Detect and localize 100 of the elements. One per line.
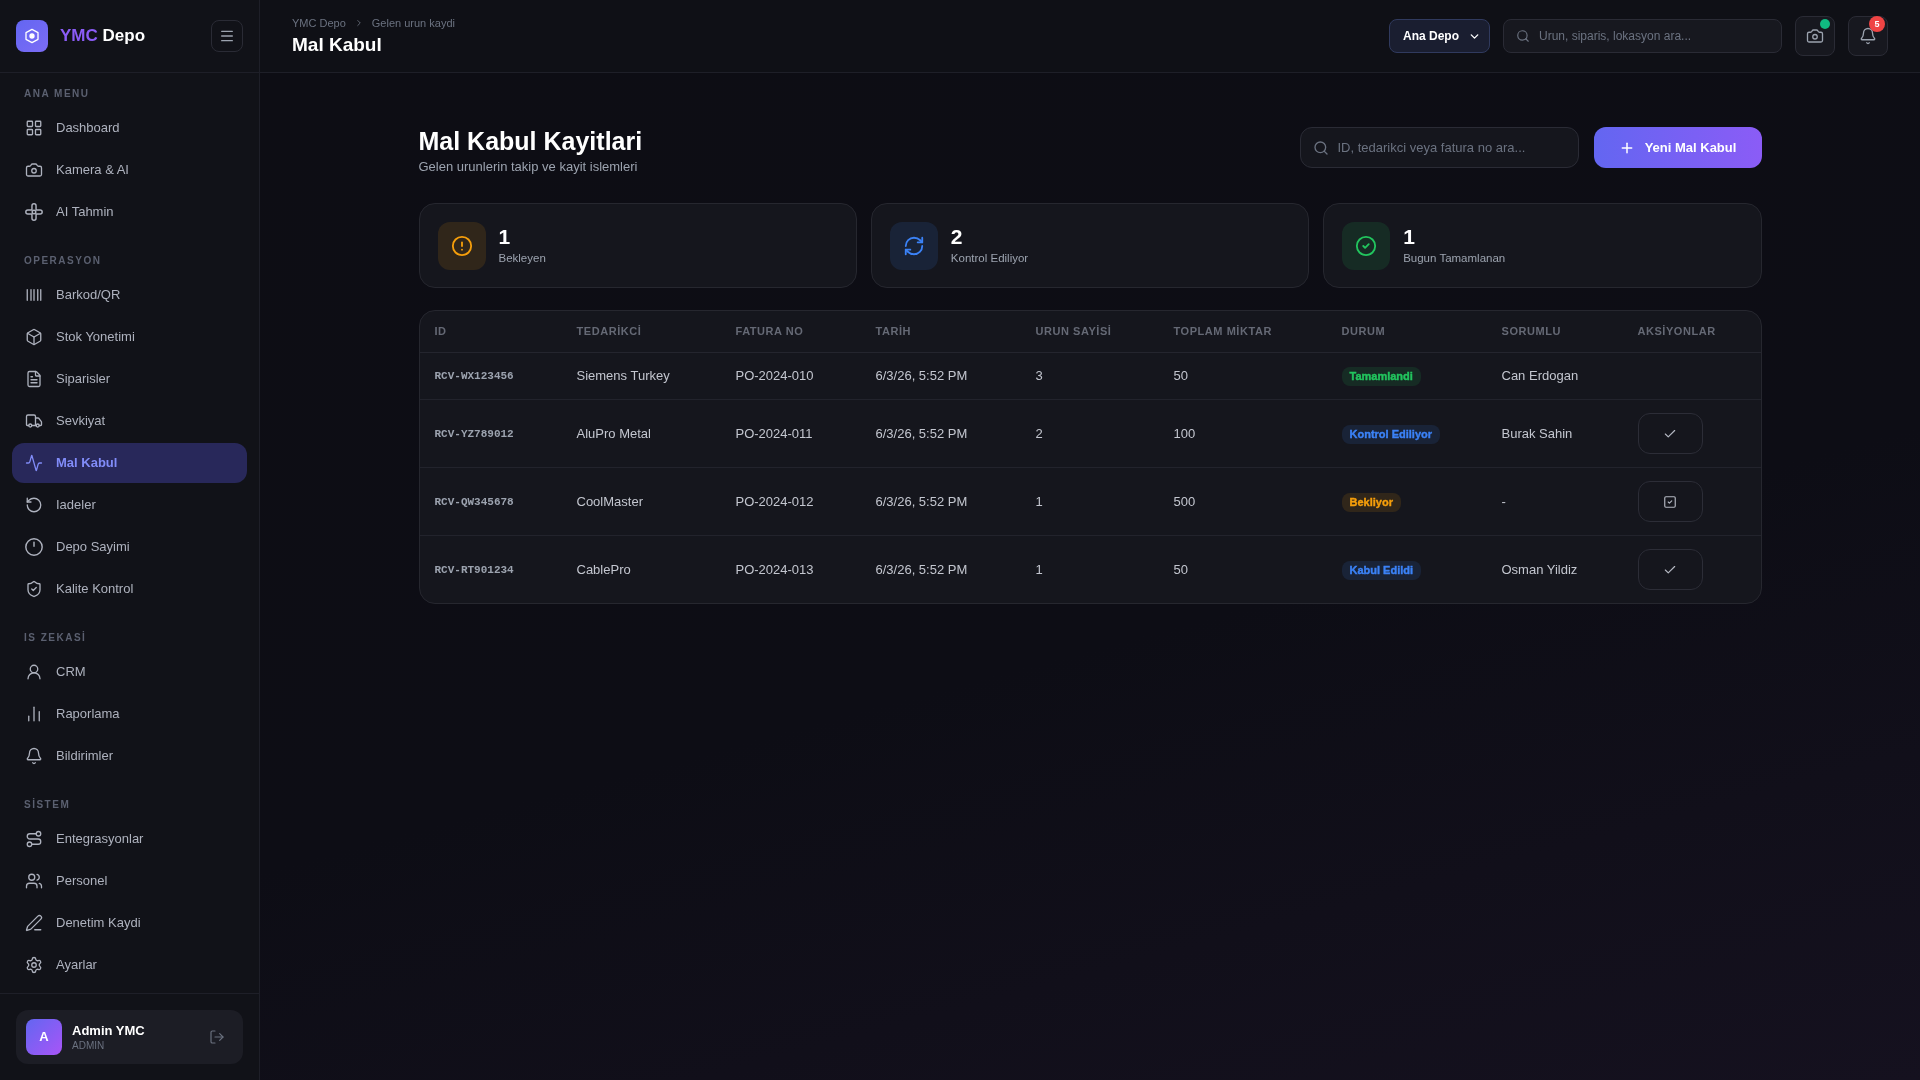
table-cell: Can Erdogan (1486, 352, 1623, 400)
stat-label: Bekleyen (498, 251, 546, 266)
stat-label: Kontrol Ediliyor (950, 251, 1029, 266)
settings-icon (25, 956, 43, 974)
table-cell: 100 (1158, 399, 1327, 468)
table-cell: PO-2024-012 (720, 467, 861, 536)
nav-item[interactable]: AI Tahmin (12, 192, 247, 232)
table-cell: 1 (1020, 535, 1159, 603)
section-label: SİSTEM (23, 798, 72, 812)
nav-item[interactable]: Siparisler (12, 359, 247, 399)
menu-icon (219, 28, 235, 44)
table-cell: 6/3/26, 5:52 PM (860, 467, 1021, 536)
nav-item[interactable]: Iadeler (12, 485, 247, 525)
nav-item[interactable]: Stok Yonetimi (12, 317, 247, 357)
notifications-button[interactable]: 5 (1848, 16, 1888, 56)
camera-icon (1806, 27, 1824, 45)
table-cell: RCV-YZ789012 (419, 399, 562, 468)
nav-item[interactable]: Kalite Kontrol (12, 569, 247, 609)
nav-item[interactable]: Entegrasyonlar (12, 819, 247, 859)
user-name: Admin YMC (72, 1022, 146, 1039)
search-icon (1312, 139, 1329, 156)
page-heading: Mal Kabul (292, 32, 383, 57)
rounded-cross-icon (25, 203, 43, 221)
camera-icon (25, 161, 43, 179)
table-cell: Siemens Turkey (561, 352, 721, 400)
table-cell: 50 (1158, 535, 1327, 603)
bell-icon (1859, 27, 1877, 45)
stat-value: 1 (498, 225, 512, 249)
column-header: FATURA NO (720, 311, 861, 353)
search-field[interactable]: ID, tedarikci veya fatura no ara... (1299, 127, 1579, 168)
table-cell: 500 (1158, 467, 1327, 536)
section-label: ANA MENU (23, 87, 91, 101)
undo-arrow-icon (25, 496, 43, 514)
table-cell: PO-2024-010 (720, 352, 861, 400)
new-receipt-button[interactable]: Yeni Mal Kabul (1593, 127, 1762, 168)
table-cell: 6/3/26, 5:52 PM (860, 352, 1021, 400)
nav-item[interactable]: Depo Sayimi (12, 527, 247, 567)
nav-item[interactable]: Ayarlar (12, 945, 247, 985)
nav-item[interactable]: Mal Kabul (12, 443, 247, 483)
dial-icon (25, 538, 43, 556)
table-cell: - (1486, 467, 1623, 536)
brand-name: YMC Depo (60, 25, 145, 47)
camera-button[interactable] (1795, 16, 1835, 56)
bar-chart-icon (25, 705, 43, 723)
stat-label: Bugun Tamamlanan (1403, 251, 1506, 266)
section-label: IS ZEKASİ (23, 631, 88, 645)
shield-check-icon (25, 580, 43, 598)
column-header: DURUM (1326, 311, 1487, 353)
users-icon (25, 872, 43, 890)
table-cell: 50 (1158, 352, 1327, 400)
table-cell: CablePro (561, 535, 721, 603)
nav-item[interactable]: Dashboard (12, 108, 247, 148)
table-cell: AluPro Metal (561, 399, 721, 468)
section-subtitle: Gelen urunlerin takip ve kayit islemleri (418, 158, 639, 176)
nav-item[interactable]: Personel (12, 861, 247, 901)
table-cell: 3 (1020, 352, 1159, 400)
pen-icon (25, 914, 43, 932)
section-title: Mal Kabul Kayitlari (418, 126, 643, 156)
column-header: TOPLAM MİKTAR (1158, 311, 1327, 353)
logout-icon (209, 1029, 225, 1045)
checkbox-icon (1663, 494, 1677, 509)
table-cell: CoolMaster (561, 467, 721, 536)
nav-item[interactable]: Sevkiyat (12, 401, 247, 441)
table-cell: 6/3/26, 5:52 PM (860, 399, 1021, 468)
approve-button[interactable] (1637, 413, 1703, 454)
column-header: TEDARİKCİ (561, 311, 721, 353)
stat-value: 1 (1403, 225, 1416, 249)
approve-button[interactable] (1637, 549, 1703, 590)
inspect-button[interactable] (1637, 481, 1703, 522)
search-field[interactable]: Urun, siparis, lokasyon ara... (1503, 19, 1782, 53)
table-cell: 2 (1020, 399, 1159, 468)
pulse-icon (25, 454, 43, 472)
nav-item[interactable]: Raporlama (12, 694, 247, 734)
table-cell: RCV-WX123456 (419, 352, 562, 400)
search-icon (1516, 29, 1530, 43)
section-label: OPERASYON (23, 254, 103, 268)
breadcrumb-link[interactable]: Gelen urun kaydi (371, 15, 455, 30)
column-header: ID (419, 311, 562, 353)
grid-icon (25, 119, 43, 137)
user-role: ADMIN (72, 1038, 106, 1052)
nav-item[interactable]: Denetim Kaydi (12, 903, 247, 943)
column-header: URUN SAYİSİ (1020, 311, 1159, 353)
nav-item[interactable]: CRM (12, 652, 247, 692)
nav-item[interactable]: Bildirimler (12, 736, 247, 776)
truck-icon (25, 412, 43, 430)
avatar: A (26, 1019, 62, 1055)
column-header: TARİH (860, 311, 1021, 353)
breadcrumb-link[interactable]: YMC Depo (292, 15, 346, 30)
person-icon (25, 663, 43, 681)
column-header: SORUMLU (1486, 311, 1623, 353)
warehouse-dropdown[interactable]: Ana Depo (1389, 19, 1490, 53)
table-cell: Burak Sahin (1486, 399, 1623, 468)
column-header: AKSİYONLAR (1622, 311, 1761, 353)
nav-item[interactable]: Barkod/QR (12, 275, 247, 315)
table-cell: 6/3/26, 5:52 PM (860, 535, 1021, 603)
document-icon (25, 370, 43, 388)
table-cell: PO-2024-013 (720, 535, 861, 603)
menu-button[interactable] (211, 20, 243, 52)
logo-icon (16, 20, 48, 52)
nav-item[interactable]: Kamera & AI (12, 150, 247, 190)
